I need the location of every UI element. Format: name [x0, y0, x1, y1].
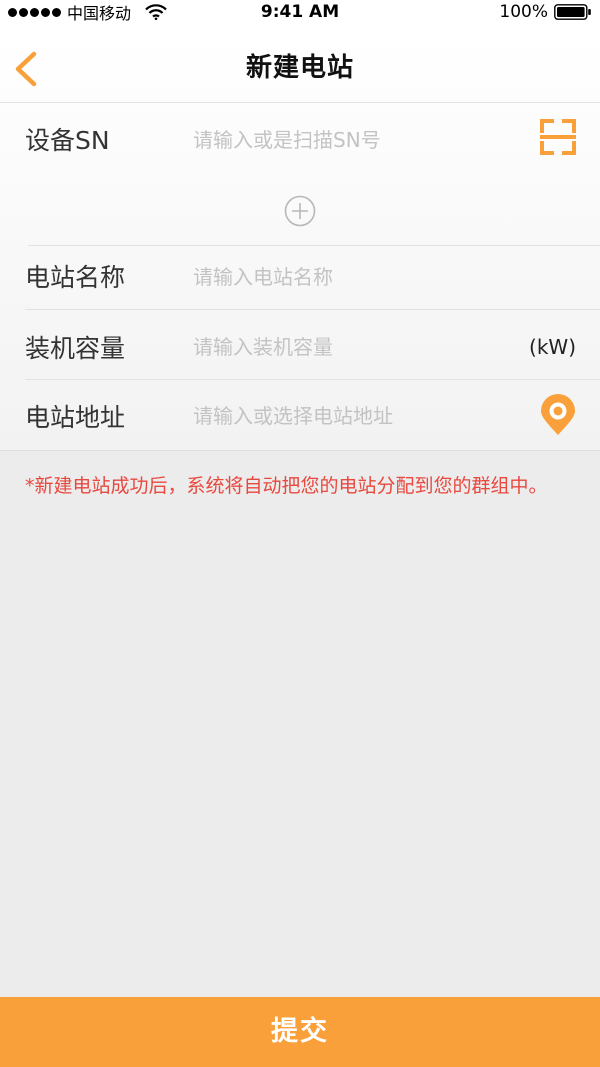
name-input[interactable] [193, 262, 513, 292]
capacity-input[interactable] [193, 332, 493, 362]
sn-label: 设备SN [25, 126, 110, 155]
address-input[interactable] [193, 401, 513, 431]
divider [28, 245, 600, 246]
divider [0, 450, 600, 451]
divider [0, 102, 600, 103]
divider [25, 379, 600, 380]
address-label: 电站地址 [25, 403, 126, 432]
submit-button[interactable]: 提交 [0, 997, 600, 1067]
sn-input[interactable] [193, 125, 513, 155]
divider [25, 309, 600, 310]
name-label: 电站名称 [25, 263, 126, 292]
nav-bar: 新建电站 [0, 40, 600, 102]
capacity-label: 装机容量 [25, 334, 126, 363]
battery-percent: 100% [499, 2, 548, 22]
page-title: 新建电站 [245, 53, 354, 83]
battery-icon [554, 4, 591, 20]
capacity-unit: (kW) [529, 335, 576, 359]
scan-icon[interactable] [540, 119, 576, 155]
add-circle-icon[interactable] [284, 195, 316, 227]
location-pin-icon[interactable] [540, 394, 576, 436]
status-bar: 中国移动 9:41 AM 100% [0, 0, 600, 24]
info-note: *新建电站成功后，系统将自动把您的电站分配到您的群组中。 [25, 475, 548, 497]
